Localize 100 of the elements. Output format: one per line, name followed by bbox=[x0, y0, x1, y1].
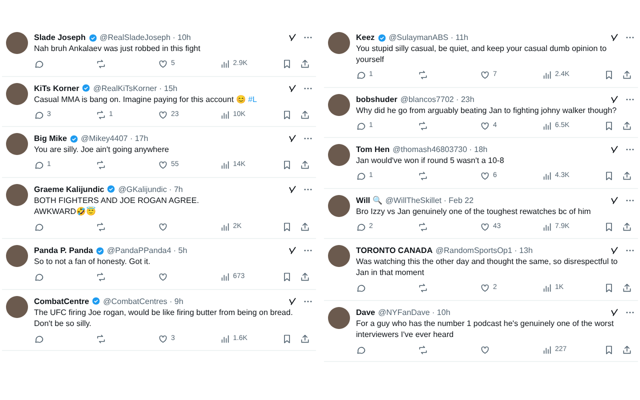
share-icon[interactable] bbox=[300, 222, 310, 232]
share-icon[interactable] bbox=[622, 222, 632, 232]
slash-logo-icon[interactable] bbox=[610, 145, 619, 154]
slash-logo-icon[interactable] bbox=[288, 184, 297, 194]
share-icon[interactable] bbox=[300, 272, 310, 282]
bar-chart-icon[interactable] bbox=[220, 272, 230, 282]
reply-icon[interactable] bbox=[34, 110, 44, 120]
bookmark-icon[interactable] bbox=[282, 222, 292, 232]
reply-icon[interactable] bbox=[356, 283, 366, 294]
bar-chart-icon[interactable] bbox=[542, 222, 552, 232]
reply-icon[interactable] bbox=[34, 160, 44, 170]
more-icon[interactable] bbox=[626, 148, 634, 151]
share-icon[interactable] bbox=[300, 334, 310, 344]
bookmark-icon[interactable] bbox=[604, 283, 614, 294]
repost-icon[interactable] bbox=[418, 70, 428, 80]
more-icon[interactable] bbox=[304, 86, 312, 90]
repost-icon[interactable] bbox=[418, 222, 428, 232]
bar-chart-icon[interactable] bbox=[220, 160, 230, 170]
heart-icon[interactable] bbox=[158, 160, 168, 170]
share-icon[interactable] bbox=[622, 344, 632, 355]
slash-logo-icon[interactable] bbox=[610, 196, 619, 204]
more-icon[interactable] bbox=[304, 249, 312, 252]
avatar[interactable] bbox=[6, 133, 28, 155]
more-icon[interactable] bbox=[304, 137, 312, 140]
avatar[interactable] bbox=[328, 32, 350, 54]
bookmark-icon[interactable] bbox=[604, 120, 614, 131]
bar-chart-icon[interactable] bbox=[220, 222, 230, 232]
heart-icon[interactable] bbox=[480, 120, 490, 131]
slash-logo-icon[interactable] bbox=[610, 246, 619, 255]
more-icon[interactable] bbox=[304, 300, 312, 302]
reply-icon[interactable] bbox=[356, 171, 366, 182]
share-icon[interactable] bbox=[300, 110, 310, 120]
bookmark-icon[interactable] bbox=[282, 59, 292, 70]
bar-chart-icon[interactable] bbox=[542, 171, 552, 182]
slash-logo-icon[interactable] bbox=[288, 33, 297, 42]
repost-icon[interactable] bbox=[96, 272, 106, 282]
bookmark-icon[interactable] bbox=[282, 160, 292, 170]
share-icon[interactable] bbox=[300, 160, 310, 170]
share-icon[interactable] bbox=[622, 171, 632, 182]
heart-icon[interactable] bbox=[158, 110, 168, 120]
reply-icon[interactable] bbox=[356, 344, 366, 355]
bookmark-icon[interactable] bbox=[604, 344, 614, 355]
bar-chart-icon[interactable] bbox=[220, 59, 230, 70]
bookmark-icon[interactable] bbox=[604, 222, 614, 232]
reply-icon[interactable] bbox=[356, 222, 366, 232]
avatar[interactable] bbox=[328, 144, 350, 166]
reply-icon[interactable] bbox=[356, 70, 366, 80]
hashtag-link[interactable]: #L bbox=[248, 94, 258, 104]
bookmark-icon[interactable] bbox=[282, 272, 292, 282]
repost-icon[interactable] bbox=[96, 59, 106, 70]
slash-logo-icon[interactable] bbox=[610, 33, 619, 42]
bookmark-icon[interactable] bbox=[282, 110, 292, 120]
avatar[interactable] bbox=[6, 32, 28, 54]
repost-icon[interactable] bbox=[418, 344, 428, 355]
heart-icon[interactable] bbox=[158, 59, 168, 70]
reply-icon[interactable] bbox=[356, 120, 366, 131]
reply-icon[interactable] bbox=[34, 272, 44, 282]
share-icon[interactable] bbox=[622, 283, 632, 294]
share-icon[interactable] bbox=[622, 70, 632, 80]
repost-icon[interactable] bbox=[96, 334, 106, 344]
avatar[interactable] bbox=[328, 94, 350, 116]
more-icon[interactable] bbox=[626, 249, 634, 252]
repost-icon[interactable] bbox=[96, 222, 106, 232]
repost-icon[interactable] bbox=[418, 171, 428, 182]
avatar[interactable] bbox=[6, 184, 28, 206]
more-icon[interactable] bbox=[626, 36, 634, 39]
repost-icon[interactable] bbox=[418, 120, 428, 131]
bar-chart-icon[interactable] bbox=[542, 120, 552, 131]
avatar[interactable] bbox=[6, 82, 28, 104]
reply-icon[interactable] bbox=[34, 222, 44, 232]
more-icon[interactable] bbox=[626, 98, 634, 100]
more-icon[interactable] bbox=[626, 310, 634, 314]
slash-logo-icon[interactable] bbox=[288, 84, 297, 92]
slash-logo-icon[interactable] bbox=[610, 94, 619, 104]
bar-chart-icon[interactable] bbox=[220, 334, 230, 344]
heart-icon[interactable] bbox=[480, 171, 490, 182]
repost-icon[interactable] bbox=[418, 283, 428, 294]
reply-icon[interactable] bbox=[34, 59, 44, 70]
bar-chart-icon[interactable] bbox=[542, 70, 552, 80]
avatar[interactable] bbox=[328, 194, 350, 216]
bar-chart-icon[interactable] bbox=[220, 110, 230, 120]
heart-icon[interactable] bbox=[480, 283, 490, 294]
avatar[interactable] bbox=[6, 245, 28, 267]
share-icon[interactable] bbox=[622, 120, 632, 131]
avatar[interactable] bbox=[6, 296, 28, 318]
bookmark-icon[interactable] bbox=[604, 171, 614, 182]
bar-chart-icon[interactable] bbox=[542, 344, 552, 355]
repost-icon[interactable] bbox=[96, 110, 106, 120]
reply-icon[interactable] bbox=[34, 334, 44, 344]
slash-logo-icon[interactable] bbox=[288, 134, 297, 143]
share-icon[interactable] bbox=[300, 59, 310, 70]
slash-logo-icon[interactable] bbox=[288, 246, 297, 255]
avatar[interactable] bbox=[328, 306, 350, 328]
heart-icon[interactable] bbox=[158, 334, 168, 344]
heart-icon[interactable] bbox=[480, 70, 490, 80]
heart-icon[interactable] bbox=[480, 222, 490, 232]
avatar[interactable] bbox=[328, 245, 350, 267]
heart-icon[interactable] bbox=[480, 344, 490, 355]
bookmark-icon[interactable] bbox=[604, 70, 614, 80]
heart-icon[interactable] bbox=[158, 272, 168, 282]
